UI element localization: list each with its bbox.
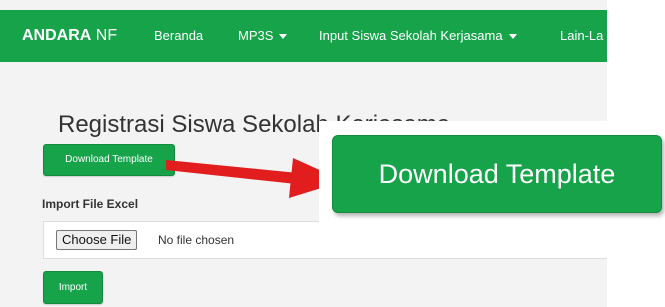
nav-item-beranda[interactable]: Beranda [154, 28, 203, 44]
brand-logo[interactable]: ANDARA NF [22, 26, 117, 46]
download-template-callout: Download Template [332, 135, 662, 213]
caret-down-icon [279, 34, 288, 40]
nav-item-label: Lain-La [560, 28, 604, 43]
brand-name-bold: ANDARA [22, 27, 92, 44]
choose-file-button[interactable]: Choose File [56, 230, 138, 250]
nav-item-label: Beranda [154, 28, 204, 43]
nav-item-lain-lain[interactable]: Lain-La [560, 28, 603, 44]
nav-item-label: MP3S [238, 28, 274, 43]
nav-item-mp3s[interactable]: MP3S [238, 28, 288, 44]
file-status-text: No file chosen [158, 233, 235, 247]
caret-down-icon [508, 34, 517, 40]
import-button[interactable]: Import [43, 271, 103, 304]
nav-item-label: Input Siswa Sekolah Kerjasama [319, 28, 503, 43]
download-template-button[interactable]: Download Template [43, 144, 175, 176]
arrow-shaft [166, 160, 298, 184]
navbar: ANDARA NF Beranda MP3S Input Siswa Sekol… [0, 10, 607, 62]
import-file-label: Import File Excel [42, 197, 139, 211]
brand-name-suffix: NF [91, 27, 118, 44]
nav-item-input-siswa[interactable]: Input Siswa Sekolah Kerjasama [319, 28, 517, 44]
